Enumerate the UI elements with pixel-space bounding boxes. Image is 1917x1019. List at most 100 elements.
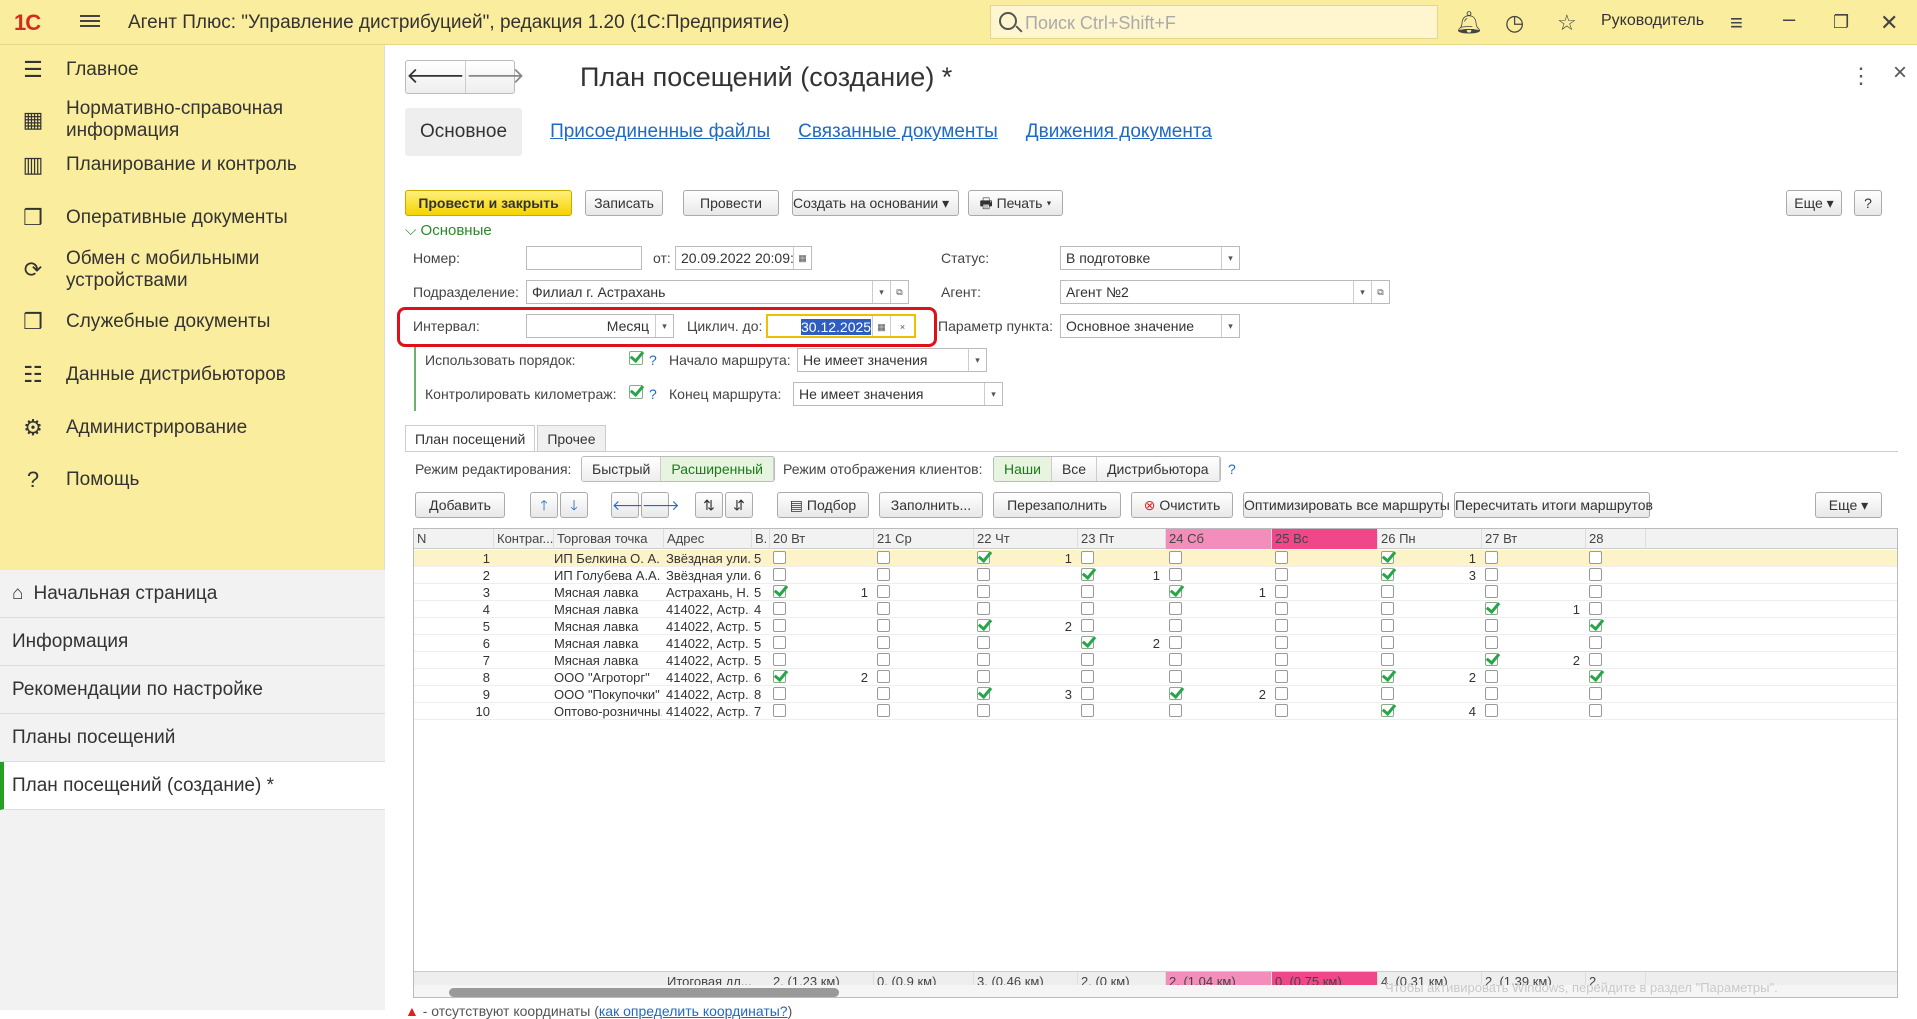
visit-checkbox[interactable] xyxy=(977,551,990,564)
visit-checkbox[interactable] xyxy=(773,653,786,666)
route-start-select[interactable]: Не имеет значения ▾ xyxy=(797,348,987,372)
visit-checkbox[interactable] xyxy=(1275,619,1288,632)
move-up-icon[interactable]: 🡑 xyxy=(530,492,558,518)
route-end-select[interactable]: Не имеет значения ▾ xyxy=(793,382,1003,406)
visit-checkbox[interactable] xyxy=(1381,670,1394,683)
visit-checkbox[interactable] xyxy=(773,619,786,632)
visit-checkbox[interactable] xyxy=(877,670,890,683)
settings-lines-icon[interactable]: ≡ xyxy=(1730,10,1743,36)
help-icon[interactable]: ? xyxy=(649,386,657,402)
visit-checkbox[interactable] xyxy=(1081,670,1094,683)
star-icon[interactable]: ☆ xyxy=(1557,10,1577,36)
point-param-select[interactable]: Основное значение ▾ xyxy=(1060,314,1240,338)
visit-checkbox[interactable] xyxy=(1081,568,1094,581)
column-header[interactable]: 20 Вт xyxy=(770,529,874,549)
chevron-down-icon[interactable]: ▾ xyxy=(984,383,1002,405)
column-header[interactable]: 26 Пн xyxy=(1378,529,1482,549)
visit-checkbox[interactable] xyxy=(1485,568,1498,581)
column-header[interactable]: В. xyxy=(752,529,770,549)
table-row[interactable]: 6 Мясная лавка 414022, Астр... 5 2 xyxy=(414,635,1897,652)
forward-arrow-icon[interactable]: 🡒 xyxy=(465,61,525,93)
visit-checkbox[interactable] xyxy=(1169,619,1182,632)
visit-checkbox[interactable] xyxy=(877,704,890,717)
number-field[interactable] xyxy=(526,246,642,270)
visit-checkbox[interactable] xyxy=(1275,585,1288,598)
open-icon[interactable]: ⧉ xyxy=(1371,281,1389,303)
visit-checkbox[interactable] xyxy=(977,687,990,700)
visit-checkbox[interactable] xyxy=(1169,636,1182,649)
visit-checkbox[interactable] xyxy=(1485,585,1498,598)
column-header[interactable]: Адрес xyxy=(664,529,752,549)
coordinates-help-link[interactable]: как определить координаты? xyxy=(599,1003,788,1019)
sidebar-item-distributors[interactable]: ☷ Данные дистрибьюторов xyxy=(0,360,385,390)
sidebar-item-help[interactable]: ? Помощь xyxy=(0,465,385,495)
panel-item-info[interactable]: Информация xyxy=(0,618,385,666)
table-row[interactable]: 7 Мясная лавка 414022, Астр... 5 2 xyxy=(414,652,1897,669)
sort-desc-icon[interactable]: ⇵ xyxy=(725,492,753,518)
visit-checkbox[interactable] xyxy=(773,551,786,564)
visit-checkbox[interactable] xyxy=(877,568,890,581)
open-icon[interactable]: ⧉ xyxy=(890,281,908,303)
panel-item-current-form[interactable]: План посещений (создание) * xyxy=(0,762,385,810)
tab-other[interactable]: Прочее xyxy=(537,425,606,451)
visit-checkbox[interactable] xyxy=(1169,670,1182,683)
column-header[interactable]: Контраг... xyxy=(494,529,554,549)
visit-checkbox[interactable] xyxy=(1589,687,1602,700)
help-button[interactable]: ? xyxy=(1854,190,1882,216)
visit-checkbox[interactable] xyxy=(1275,551,1288,564)
minimize-icon[interactable]: – xyxy=(1783,6,1795,32)
post-button[interactable]: Провести xyxy=(683,190,779,216)
column-header[interactable]: N xyxy=(414,529,494,549)
column-header[interactable]: 21 Ср xyxy=(874,529,974,549)
visit-checkbox[interactable] xyxy=(1169,568,1182,581)
column-header[interactable]: 27 Вт xyxy=(1482,529,1586,549)
visit-checkbox[interactable] xyxy=(1381,602,1394,615)
control-km-checkbox[interactable] xyxy=(629,385,643,399)
search-input[interactable]: Поиск Ctrl+Shift+F xyxy=(990,5,1438,39)
column-header[interactable]: 28 xyxy=(1586,529,1646,549)
visit-checkbox[interactable] xyxy=(1275,670,1288,683)
help-icon[interactable]: ? xyxy=(649,352,657,368)
visit-checkbox[interactable] xyxy=(1381,704,1394,717)
visit-checkbox[interactable] xyxy=(877,653,890,666)
agent-field[interactable]: Агент №2 ▾ ⧉ xyxy=(1060,280,1390,304)
scroll-thumb[interactable] xyxy=(449,988,839,997)
table-row[interactable]: 9 ООО "Покупочки" 414022, Астр... 8 3 2 xyxy=(414,686,1897,703)
column-header[interactable]: Торговая точка xyxy=(554,529,664,549)
client-mode-distributor[interactable]: Дистрибьютора xyxy=(1097,457,1220,481)
visit-checkbox[interactable] xyxy=(1169,585,1182,598)
menu-icon[interactable] xyxy=(80,12,100,30)
sidebar-item-main[interactable]: ☰ Главное xyxy=(0,55,385,85)
section-main[interactable]: ⌵ Основные xyxy=(405,222,492,239)
bell-icon[interactable]: 🔔︎ xyxy=(1455,10,1483,36)
visit-checkbox[interactable] xyxy=(1381,619,1394,632)
recalc-button[interactable]: Пересчитать итоги маршрутов xyxy=(1454,492,1653,518)
visit-checkbox[interactable] xyxy=(1381,568,1394,581)
more-vert-icon[interactable]: ⋮ xyxy=(1850,63,1872,89)
sidebar-item-operations[interactable]: ❒ Оперативные документы xyxy=(0,203,385,233)
visit-checkbox[interactable] xyxy=(1275,602,1288,615)
sort-asc-icon[interactable]: ⇅ xyxy=(695,492,723,518)
chevron-down-icon[interactable]: ▾ xyxy=(872,281,890,303)
visit-checkbox[interactable] xyxy=(1589,551,1602,564)
visit-checkbox[interactable] xyxy=(1485,551,1498,564)
tab-main[interactable]: Основное xyxy=(405,108,523,156)
visit-checkbox[interactable] xyxy=(877,602,890,615)
visit-checkbox[interactable] xyxy=(1485,704,1498,717)
visit-checkbox[interactable] xyxy=(1589,636,1602,649)
chevron-down-icon[interactable]: ▾ xyxy=(1221,315,1239,337)
tab-attached-files[interactable]: Присоединенные файлы xyxy=(550,121,770,143)
visit-checkbox[interactable] xyxy=(977,619,990,632)
visit-checkbox[interactable] xyxy=(773,602,786,615)
visit-checkbox[interactable] xyxy=(977,704,990,717)
visit-checkbox[interactable] xyxy=(1081,636,1094,649)
table-row[interactable]: 2 ИП Голубева А.А. Звёздная ули... 6 1 3 xyxy=(414,567,1897,584)
column-header[interactable]: 23 Пт xyxy=(1078,529,1166,549)
date-field[interactable]: 20.09.2022 20:09:29 ▦ xyxy=(675,246,812,270)
sidebar-item-admin[interactable]: ⚙ Администрирование xyxy=(0,413,385,443)
more-button[interactable]: Еще ▾ xyxy=(1786,190,1842,216)
sidebar-item-service-docs[interactable]: ❒ Служебные документы xyxy=(0,307,385,337)
client-mode-ours[interactable]: Наши xyxy=(994,457,1052,481)
visit-checkbox[interactable] xyxy=(1169,687,1182,700)
table-row[interactable]: 10 Оптово-розничны... 414022, Астр... 7 4 xyxy=(414,703,1897,720)
